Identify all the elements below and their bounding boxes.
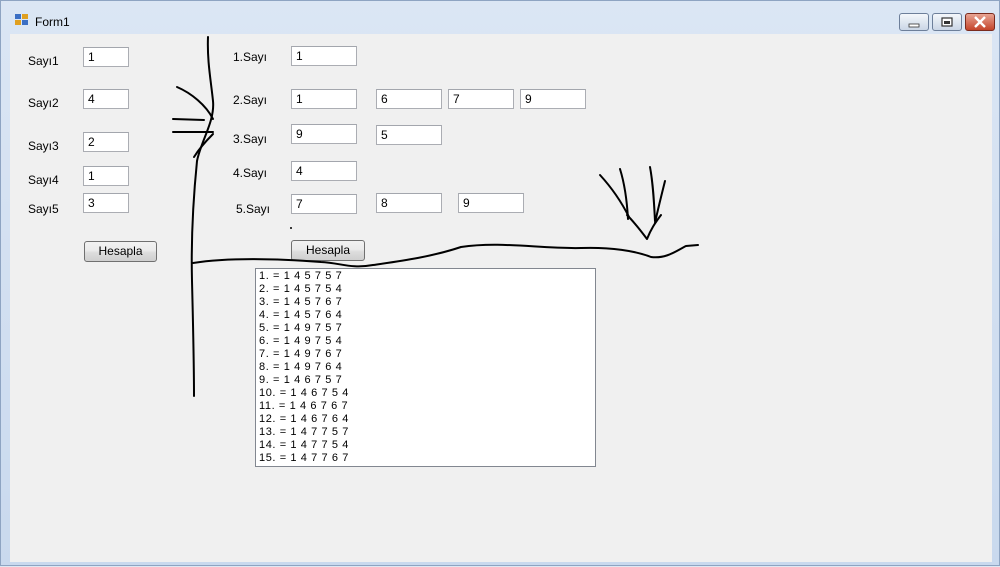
sayi2-col1-input[interactable]: 1 bbox=[291, 89, 357, 109]
sayi3-label: Sayı3 bbox=[28, 139, 59, 153]
list-item[interactable]: 6. = 1 4 9 7 5 4 bbox=[259, 335, 595, 348]
sayi5-col2-input[interactable]: 8 bbox=[376, 193, 442, 213]
window-title: Form1 bbox=[35, 15, 70, 29]
sayi-3-label: 3.Sayı bbox=[233, 132, 268, 146]
sayi4-label: Sayı4 bbox=[28, 173, 59, 187]
sayi3-input[interactable]: 2 bbox=[83, 132, 129, 152]
list-item[interactable]: 7. = 1 4 9 7 6 7 bbox=[259, 348, 595, 361]
list-item[interactable]: 12. = 1 4 6 7 6 4 bbox=[259, 413, 595, 426]
close-button[interactable] bbox=[965, 13, 995, 31]
minimize-button[interactable] bbox=[899, 13, 929, 31]
sayi1-col1-input[interactable]: 1 bbox=[291, 46, 357, 66]
list-item[interactable]: 10. = 1 4 6 7 5 4 bbox=[259, 387, 595, 400]
sayi2-col2-input[interactable]: 6 bbox=[376, 89, 442, 109]
sayi2-col4-input[interactable]: 9 bbox=[520, 89, 586, 109]
list-item[interactable]: 4. = 1 4 5 7 6 4 bbox=[259, 309, 595, 322]
title-bar[interactable]: Form1 bbox=[1, 1, 999, 34]
sayi3-col2-input[interactable]: 5 bbox=[376, 125, 442, 145]
list-item[interactable]: 3. = 1 4 5 7 6 7 bbox=[259, 296, 595, 309]
list-item[interactable]: 11. = 1 4 6 7 6 7 bbox=[259, 400, 595, 413]
sayi5-col1-input[interactable]: 7 bbox=[291, 194, 357, 214]
sayi3-col1-input[interactable]: 9 bbox=[291, 124, 357, 144]
restore-icon bbox=[941, 17, 953, 27]
list-item[interactable]: 8. = 1 4 9 7 6 4 bbox=[259, 361, 595, 374]
sayi-2-label: 2.Sayı bbox=[233, 93, 268, 107]
form1-window: Form1 Sayı1 Sayı2 Sayı3 Sayı4 Sayı5 1 4 … bbox=[0, 0, 1000, 566]
sayi5-label: Sayı5 bbox=[28, 202, 59, 216]
sayi-1-label: 1.Sayı bbox=[233, 50, 268, 64]
list-item[interactable]: 9. = 1 4 6 7 5 7 bbox=[259, 374, 595, 387]
sayi5-col3-input[interactable]: 9 bbox=[458, 193, 524, 213]
hesapla-left-button[interactable]: Hesapla bbox=[84, 241, 157, 262]
sayi2-col3-input[interactable]: 7 bbox=[448, 89, 514, 109]
form-client-area: Sayı1 Sayı2 Sayı3 Sayı4 Sayı5 1 4 2 1 3 … bbox=[10, 34, 992, 562]
list-item[interactable]: 15. = 1 4 7 7 6 7 bbox=[259, 452, 595, 465]
sayi4-col1-input[interactable]: 4 bbox=[291, 161, 357, 181]
close-icon bbox=[974, 16, 986, 28]
list-item[interactable]: 14. = 1 4 7 7 5 4 bbox=[259, 439, 595, 452]
sayi-5-label: 5.Sayı bbox=[236, 202, 271, 216]
sayi1-input[interactable]: 1 bbox=[83, 47, 129, 67]
sayi2-label: Sayı2 bbox=[28, 96, 59, 110]
minimize-icon bbox=[908, 23, 920, 28]
list-item[interactable]: 5. = 1 4 9 7 5 7 bbox=[259, 322, 595, 335]
sayi4-input[interactable]: 1 bbox=[83, 166, 129, 186]
form-icon bbox=[15, 14, 28, 25]
results-listbox[interactable]: 1. = 1 4 5 7 5 7 2. = 1 4 5 7 5 4 3. = 1… bbox=[255, 268, 596, 467]
list-item[interactable]: 1. = 1 4 5 7 5 7 bbox=[259, 270, 595, 283]
sayi-4-label: 4.Sayı bbox=[233, 166, 268, 180]
list-item[interactable]: 13. = 1 4 7 7 5 7 bbox=[259, 426, 595, 439]
hesapla-right-button[interactable]: Hesapla bbox=[291, 240, 365, 261]
sayi1-label: Sayı1 bbox=[28, 54, 59, 68]
list-item[interactable]: 2. = 1 4 5 7 5 4 bbox=[259, 283, 595, 296]
maximize-button[interactable] bbox=[932, 13, 962, 31]
sayi2-input[interactable]: 4 bbox=[83, 89, 129, 109]
sayi5-input[interactable]: 3 bbox=[83, 193, 129, 213]
